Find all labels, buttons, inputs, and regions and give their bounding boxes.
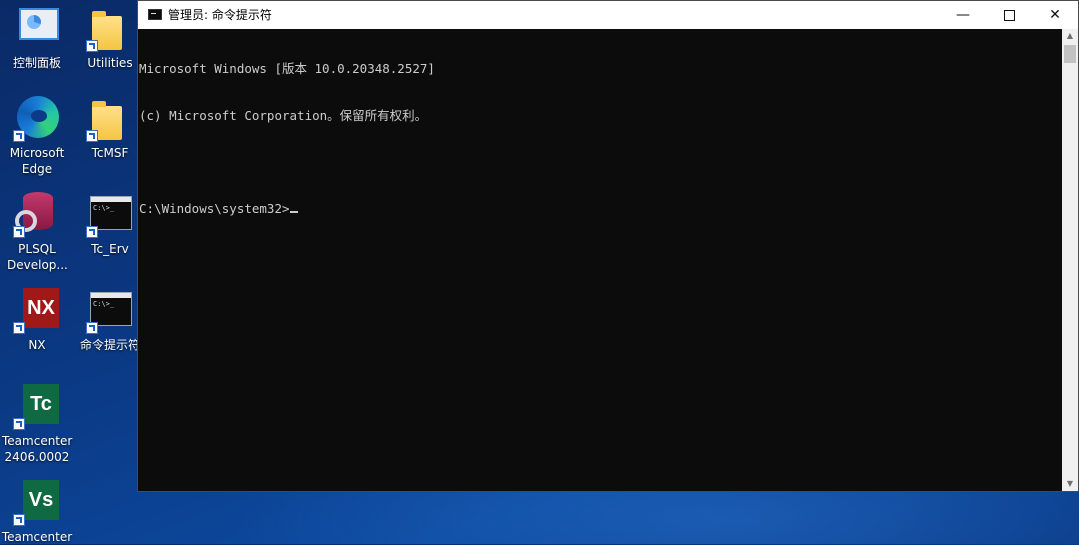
cmd-shortcut-icon: C:\>_: [86, 286, 134, 334]
console-prompt: C:\Windows\system32>: [139, 200, 290, 216]
edge-icon: [13, 94, 61, 142]
desktop-icon-label: Microsoft Edge: [9, 146, 65, 176]
desktop-icon-label: Tc_Erv: [91, 242, 129, 256]
desktop-icon-control-panel[interactable]: 控制面板: [0, 4, 74, 71]
desktop-icon-label: Teamcenter: [1, 530, 73, 544]
maximize-button[interactable]: [986, 1, 1032, 29]
cmd-shortcut-icon: C:\>_: [86, 190, 134, 238]
console-line: Microsoft Windows [版本 10.0.20348.2527]: [139, 61, 435, 76]
desktop-icon-label: NX: [28, 338, 46, 352]
control-panel-icon: [13, 4, 61, 52]
minimize-icon: —: [956, 7, 970, 23]
prompt-line: C:\Windows\system32>: [139, 201, 1063, 217]
scrollbar-thumb[interactable]: [1064, 45, 1076, 63]
scroll-up-icon[interactable]: ▲: [1062, 29, 1078, 43]
plsql-developer-icon: [13, 190, 61, 238]
desktop-icon-label: Utilities: [87, 56, 133, 70]
maximize-icon: [1003, 9, 1015, 21]
desktop-icon-plsql[interactable]: PLSQL Develop...: [0, 190, 74, 273]
desktop-icon-cmd[interactable]: C:\>_ 命令提示符: [73, 286, 147, 353]
cmd-app-icon[interactable]: [148, 9, 162, 20]
desktop-icon-tc-erv[interactable]: C:\>_ Tc_Erv: [73, 190, 147, 257]
teamcenter-vs-icon: Vs: [13, 478, 61, 526]
desktop-icon-label: Teamcenter 2406.0002: [2, 434, 73, 464]
desktop-icon-teamcenter-2406[interactable]: Tc Teamcenter 2406.0002: [0, 382, 74, 465]
teamcenter-icon: Tc: [13, 382, 61, 430]
console-output[interactable]: Microsoft Windows [版本 10.0.20348.2527] (…: [138, 29, 1063, 491]
vertical-scrollbar[interactable]: ▲ ▼: [1062, 29, 1078, 491]
desktop-icon-edge[interactable]: Microsoft Edge: [0, 94, 74, 177]
desktop-icon-nx[interactable]: NX NX: [0, 286, 74, 353]
folder-icon: [86, 4, 134, 52]
cmd-window[interactable]: 管理员: 命令提示符 — ✕ Microsoft Windows [版本 10.…: [137, 0, 1079, 492]
text-cursor: [289, 210, 298, 213]
close-icon: ✕: [1049, 7, 1061, 23]
desktop-icon-utilities[interactable]: Utilities: [73, 4, 147, 71]
scroll-down-icon[interactable]: ▼: [1062, 477, 1078, 491]
window-title: 管理员: 命令提示符: [168, 8, 272, 22]
desktop-icon-teamcenter-vs[interactable]: Vs Teamcenter: [0, 478, 74, 545]
minimize-button[interactable]: —: [940, 1, 986, 29]
desktop-icon-label: 命令提示符: [79, 338, 140, 352]
desktop-icon-label: 控制面板: [12, 56, 61, 70]
desktop-icon-label: TcMSF: [91, 146, 129, 160]
desktop-icon-label: PLSQL Develop...: [7, 242, 68, 272]
console-line: (c) Microsoft Corporation。保留所有权利。: [139, 107, 428, 123]
nx-icon: NX: [13, 286, 61, 334]
title-bar[interactable]: 管理员: 命令提示符 — ✕: [138, 1, 1078, 29]
desktop-icon-tcmsf[interactable]: TcMSF: [73, 94, 147, 161]
folder-icon: [86, 94, 134, 142]
close-button[interactable]: ✕: [1032, 1, 1078, 29]
